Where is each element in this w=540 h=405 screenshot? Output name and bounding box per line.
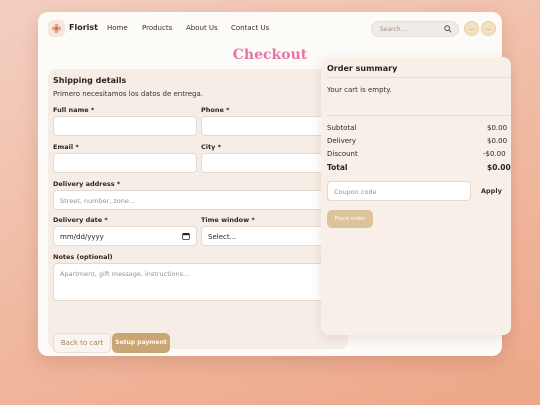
discount-row: Discount -$0.00 <box>327 150 511 158</box>
order-summary-panel: Order summary Your cart is empty. Subtot… <box>321 57 511 335</box>
top-nav: Florist Home Products About Us Contact U… <box>38 12 502 46</box>
email-label: Email * <box>53 143 79 151</box>
subtotal-value: $0.00 <box>487 124 508 132</box>
delivery-value: $0.00 <box>487 137 508 145</box>
nav-link-home[interactable]: Home <box>107 24 128 32</box>
coupon-placeholder: Coupon code <box>334 188 377 196</box>
search-placeholder: Search... <box>380 26 407 33</box>
subtotal-label: Subtotal <box>327 124 357 132</box>
discount-value: -$0.00 <box>483 150 506 158</box>
back-to-cart-button[interactable]: Back to cart <box>53 333 111 353</box>
city-label: City * <box>201 143 222 151</box>
total-row: Total $0.00 <box>327 163 511 172</box>
search-icon <box>444 25 452 33</box>
cart-empty-text: Your cart is empty. <box>327 86 392 94</box>
total-value: $0.00 <box>487 163 511 172</box>
search-input[interactable]: Search... <box>371 21 459 37</box>
cart-button[interactable]: ... <box>481 21 496 36</box>
full-name-label: Full name * <box>53 106 95 114</box>
calendar-icon[interactable] <box>182 232 190 240</box>
notes-textarea[interactable]: Apartment, gift message, instructions... <box>53 263 345 301</box>
total-label: Total <box>327 163 348 172</box>
delivery-row: Delivery $0.00 <box>327 137 511 145</box>
nav-link-about[interactable]: About Us <box>186 24 218 32</box>
subtotal-row: Subtotal $0.00 <box>327 124 511 132</box>
address-placeholder: Street, number, zone... <box>60 197 136 205</box>
address-label: Delivery address * <box>53 180 121 188</box>
address-field[interactable]: Street, number, zone... <box>53 190 345 210</box>
full-name-field[interactable] <box>53 116 197 136</box>
notes-placeholder: Apartment, gift message, instructions... <box>60 270 190 278</box>
place-order-button[interactable]: Place order <box>327 210 373 228</box>
shipping-title: Shipping details <box>53 76 127 85</box>
brand-name[interactable]: Florist <box>69 23 98 32</box>
delivery-date-value: mm/dd/yyyy <box>60 233 104 241</box>
delivery-date-field[interactable]: mm/dd/yyyy <box>53 226 197 246</box>
flower-logo-icon <box>51 23 62 34</box>
shipping-subtitle: Primero necesitamos los datos de entrega… <box>53 90 203 98</box>
summary-divider <box>327 77 511 78</box>
coupon-input[interactable]: Coupon code <box>327 181 471 201</box>
delivery-date-label: Delivery date * <box>53 216 108 224</box>
shipping-details-panel: Shipping details Primero necesitamos los… <box>48 69 348 353</box>
setup-payment-button[interactable]: Setup payment <box>112 333 170 353</box>
phone-label: Phone * <box>201 106 230 114</box>
email-field[interactable] <box>53 153 197 173</box>
summary-divider-2 <box>327 115 511 116</box>
logo[interactable] <box>48 20 65 37</box>
nav-link-contact[interactable]: Contact Us <box>231 24 269 32</box>
discount-label: Discount <box>327 150 358 158</box>
nav-link-products[interactable]: Products <box>142 24 172 32</box>
delivery-label: Delivery <box>327 137 357 145</box>
time-window-label: Time window * <box>201 216 255 224</box>
apply-coupon-button[interactable]: Apply <box>481 187 502 195</box>
notes-label: Notes (optional) <box>53 253 113 261</box>
time-window-value: Select... <box>208 233 237 241</box>
summary-title: Order summary <box>327 64 398 73</box>
account-button[interactable]: ... <box>464 21 479 36</box>
